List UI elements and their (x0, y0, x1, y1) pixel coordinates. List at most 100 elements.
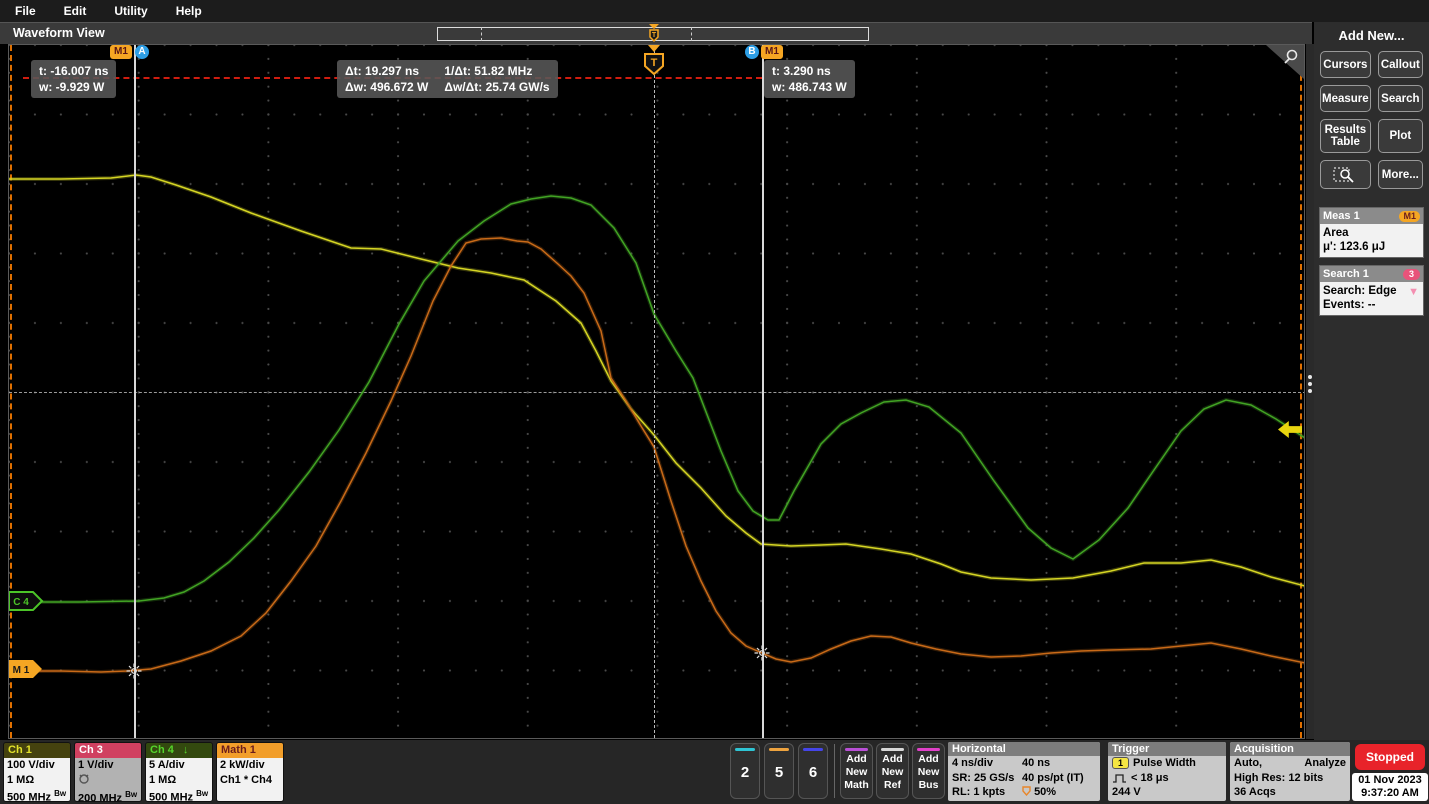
more-button[interactable]: More... (1378, 160, 1423, 189)
search1-events: Events: -- (1323, 298, 1420, 312)
svg-text:T: T (652, 32, 657, 39)
waveform-graticule[interactable]: T M1 A B M1 t: -16.007 ns w: -9.929 W Δt… (8, 44, 1305, 739)
ch4-label: Ch 4 (150, 744, 174, 756)
math1-expression: Ch1 * Ch4 (220, 773, 280, 788)
h-window: 40 ns (1022, 756, 1050, 771)
add-new-title: Add New... (1314, 28, 1429, 43)
add-new-ref-button[interactable]: Add New Ref (876, 743, 909, 799)
cursor-a-time: t: -16.007 ns (39, 63, 108, 79)
delta-w-per-t: Δw/Δt: 25.74 GW/s (444, 79, 549, 95)
meas1-result-card[interactable]: Meas 1 M1 Area μ': 123.6 μJ (1319, 207, 1424, 258)
ch2-enable-button[interactable]: 2 (730, 743, 760, 799)
cursor-a-source-tag: M1 (110, 45, 132, 59)
trigger-position-line (654, 45, 655, 738)
trace-math1-orange (9, 238, 1305, 672)
results-bar: Add New... Cursors Callout Measure Searc… (1314, 22, 1429, 740)
cursor-waveform-intersection-marker (754, 645, 770, 661)
date: 01 Nov 2023 (1352, 774, 1428, 787)
ch4-trend-arrow-icon: ↓ (183, 744, 189, 756)
tab-bar: Waveform View T (0, 22, 1312, 44)
acquisition-overview-minimap[interactable]: T (437, 27, 869, 41)
cursor-b-badge[interactable]: B (745, 45, 759, 59)
cursor-a-readout: t: -16.007 ns w: -9.929 W (31, 60, 116, 98)
magnifier-icon (1282, 48, 1300, 66)
ch6-enable-button[interactable]: 6 (798, 743, 828, 799)
svg-text:C 4: C 4 (13, 597, 29, 608)
add-measure-button[interactable]: Measure (1320, 85, 1371, 112)
ch3-bandwidth: 200 MHz Bw (78, 788, 138, 802)
cursor-a-line[interactable] (134, 45, 136, 738)
minimap-tick (691, 27, 692, 41)
trace-ch4-green (9, 196, 1305, 602)
button-separator (834, 744, 835, 798)
search1-count-badge: 3 (1403, 269, 1420, 280)
math1-badge[interactable]: Math 1 2 kW/div Ch1 * Ch4 (216, 742, 284, 802)
search1-type: Search: Edge ▼ (1323, 284, 1420, 298)
trigger-type: Pulse Width (1133, 756, 1196, 771)
cursor-b-time: t: 3.290 ns (772, 63, 847, 79)
menu-help[interactable]: Help (176, 4, 202, 18)
add-new-math-button[interactable]: Add New Math (840, 743, 873, 799)
trigger-source-badge: 1 (1112, 757, 1129, 769)
acq-analyze: Analyze (1304, 756, 1346, 771)
trigger-flag-icon[interactable]: T (641, 45, 667, 77)
horizontal-panel[interactable]: Horizontal 4 ns/div40 ns SR: 25 GS/s40 p… (948, 742, 1100, 801)
trace-ch4-green (9, 196, 1305, 602)
inverse-delta-t: 1/Δt: 51.82 MHz (444, 63, 549, 79)
cursor-waveform-intersection-marker (126, 663, 142, 679)
run-stop-button[interactable]: Stopped (1355, 744, 1425, 770)
menu-file[interactable]: File (15, 4, 36, 18)
ch4-bandwidth: 500 MHz Bw (149, 787, 209, 802)
cursor-b-readout: t: 3.290 ns w: 486.743 W (764, 60, 855, 98)
ch1-scale: 100 V/div (7, 758, 67, 773)
ch4-scale: 5 A/div (149, 758, 209, 773)
h-sample-rate: SR: 25 GS/s (952, 771, 1014, 786)
waveform-traces (9, 45, 1305, 739)
ch5-enable-button[interactable]: 5 (764, 743, 794, 799)
minimap-trigger-marker[interactable]: T (647, 24, 661, 46)
pulse-width-icon (1112, 773, 1127, 783)
ch3-badge[interactable]: Ch 3 1 V/div 200 MHz Bw (74, 742, 142, 802)
svg-text:T: T (651, 57, 658, 69)
zoom-mode-button[interactable] (1320, 160, 1371, 189)
cursor-b-line[interactable] (762, 45, 764, 738)
minimap-tick (481, 27, 482, 41)
sidebar-divider-handle[interactable] (1306, 44, 1314, 739)
ch1-badge[interactable]: Ch 1 100 V/div 1 MΩ 500 MHz Bw (3, 742, 71, 802)
trigger-level: 244 V (1112, 785, 1141, 800)
meas1-title: Meas 1 (1323, 210, 1360, 222)
h-scale: 4 ns/div (952, 756, 993, 771)
add-callout-button[interactable]: Callout (1378, 51, 1423, 78)
cursor-delta-readout: Δt: 19.297 ns 1/Δt: 51.82 MHz Δw: 496.67… (337, 60, 558, 98)
h-record-length: RL: 1 kpts (952, 785, 1005, 800)
search1-title: Search 1 (1323, 268, 1369, 280)
menu-utility[interactable]: Utility (114, 4, 147, 18)
menu-bar: File Edit Utility Help (0, 0, 1429, 22)
search-mark-icon: ▼ (1408, 285, 1419, 299)
ch4-badge[interactable]: Ch 4 ↓ 5 A/div 1 MΩ 500 MHz Bw (145, 742, 213, 802)
add-plot-button[interactable]: Plot (1378, 119, 1423, 153)
ch1-label: Ch 1 (8, 744, 32, 756)
settings-bar: Ch 1 100 V/div 1 MΩ 500 MHz Bw Ch 3 1 V/… (0, 740, 1429, 804)
trigger-position-icon (1022, 786, 1031, 796)
add-new-bus-button[interactable]: Add New Bus (912, 743, 945, 799)
math1-scale: 2 kW/div (220, 758, 280, 773)
trigger-panel[interactable]: Trigger 1Pulse Width < 18 μs 244 V (1108, 742, 1226, 801)
meas1-name: Area (1323, 226, 1420, 240)
meas1-value: μ': 123.6 μJ (1323, 240, 1420, 254)
add-results-table-button[interactable]: Results Table (1320, 119, 1371, 153)
menu-edit[interactable]: Edit (64, 4, 87, 18)
acquisition-panel[interactable]: Acquisition Auto,Analyze High Res: 12 bi… (1230, 742, 1350, 801)
math1-label: Math 1 (221, 744, 256, 756)
cursor-a-badge[interactable]: A (135, 45, 149, 59)
ch4-position-marker[interactable]: C 4 (8, 590, 44, 612)
datetime-display: 01 Nov 2023 9:37:20 AM (1352, 773, 1428, 801)
tab-waveform-view[interactable]: Waveform View (13, 26, 105, 40)
ch3-probe-row (78, 773, 138, 789)
ch4-impedance: 1 MΩ (149, 773, 209, 788)
add-cursors-button[interactable]: Cursors (1320, 51, 1371, 78)
add-search-button[interactable]: Search (1378, 85, 1423, 112)
acq-count: 36 Acqs (1234, 785, 1276, 800)
math1-position-marker[interactable]: M 1 (8, 658, 44, 680)
search1-result-card[interactable]: Search 1 3 Search: Edge ▼ Events: -- (1319, 265, 1424, 316)
